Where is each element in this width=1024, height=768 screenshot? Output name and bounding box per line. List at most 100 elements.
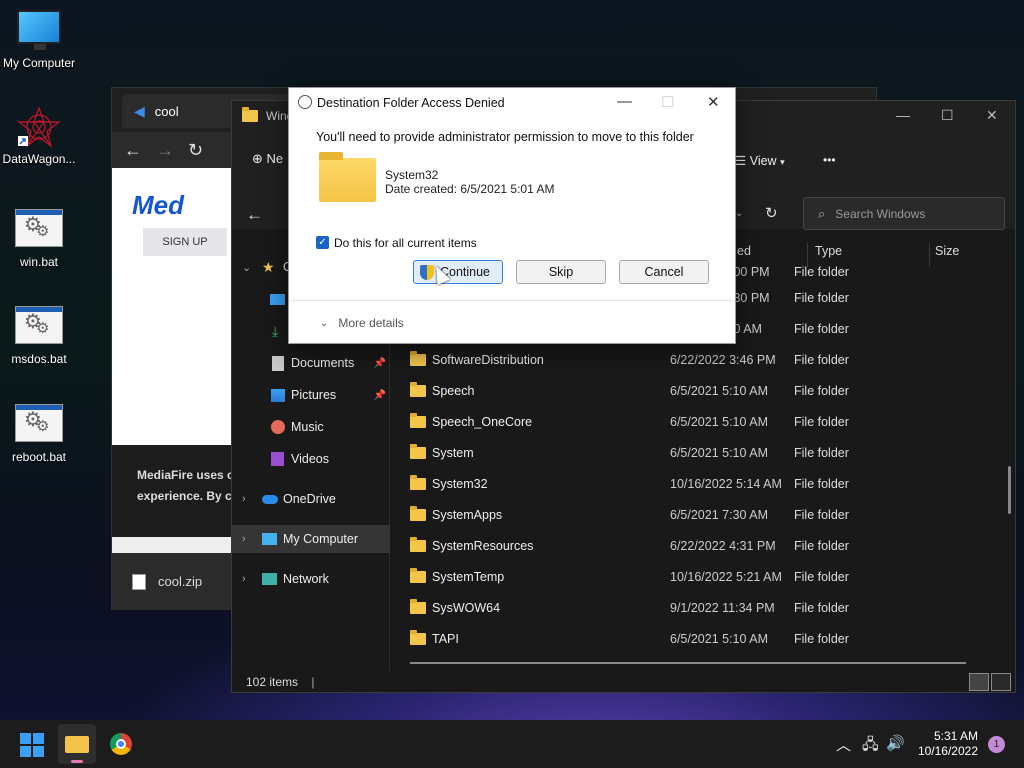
file-name: System xyxy=(432,445,474,460)
taskbar-file-explorer[interactable] xyxy=(58,724,96,764)
pin-icon: 📌 xyxy=(373,389,386,401)
nav-item-music[interactable]: Music xyxy=(232,413,390,441)
desktop-icon-label: My Computer xyxy=(2,56,76,70)
chevron-up-icon[interactable]: ︿ xyxy=(836,734,851,755)
download-item[interactable]: cool.zip xyxy=(112,553,232,610)
nav-item-pictures[interactable]: Pictures 📌 xyxy=(232,381,390,409)
file-name: System32 xyxy=(432,476,488,491)
desktop-icon xyxy=(270,293,285,305)
file-type: File folder xyxy=(794,445,849,460)
close-button[interactable]: ✕ xyxy=(986,107,998,124)
chevron-right-icon: › xyxy=(242,533,246,545)
computer-icon xyxy=(262,533,277,545)
reload-icon[interactable]: ↻ xyxy=(188,140,203,161)
access-denied-dialog: Destination Folder Access Denied — ☐ ✕ Y… xyxy=(288,87,736,344)
details-view-button[interactable] xyxy=(969,673,989,691)
nav-item-documents[interactable]: Documents 📌 xyxy=(232,349,390,377)
notification-badge[interactable]: 1 xyxy=(988,736,1005,753)
nav-item-label: Music xyxy=(291,420,324,434)
file-name: Speech xyxy=(432,383,475,398)
desktop-icon-msdos-bat[interactable]: ⚙ ⚙ msdos.bat xyxy=(0,306,79,366)
file-date: 6/5/2021 5:10 AM xyxy=(670,631,768,646)
back-arrow-icon[interactable]: ← xyxy=(124,140,142,161)
file-date: 9/1/2022 11:34 PM xyxy=(670,600,775,615)
cloud-icon xyxy=(262,494,278,504)
view-button[interactable]: ☰ View ▾ xyxy=(735,153,785,168)
desktop-icon-win-bat[interactable]: ⚙ ⚙ win.bat xyxy=(0,209,79,269)
signup-button[interactable]: SIGN UP xyxy=(143,228,227,256)
taskbar: ︿ 🖧 🔊 5:31 AM 10/16/2022 1 xyxy=(0,720,1024,768)
start-button[interactable] xyxy=(20,733,44,757)
table-row[interactable]: Speech 6/5/2021 5:10 AM File folder xyxy=(410,375,970,406)
minimize-button[interactable]: — xyxy=(617,93,632,110)
desktop-icon-label: win.bat xyxy=(19,255,59,269)
table-row[interactable]: Speech_OneCore 6/5/2021 5:10 AM File fol… xyxy=(410,406,970,437)
file-type: File folder xyxy=(794,264,849,279)
table-row[interactable]: TAPI 6/5/2021 5:10 AM File folder xyxy=(410,623,970,654)
minimize-button[interactable]: — xyxy=(896,107,910,123)
tiles-view-button[interactable] xyxy=(991,673,1011,691)
desktop-icon-my-computer[interactable]: My Computer xyxy=(0,10,79,70)
mediafire-logo: Med xyxy=(132,190,184,220)
desktop-icon-reboot-bat[interactable]: ⚙ ⚙ reboot.bat xyxy=(0,404,79,464)
nav-item-onedrive[interactable]: › OneDrive xyxy=(232,485,390,513)
taskbar-chrome-icon[interactable] xyxy=(110,733,132,755)
folder-icon xyxy=(410,536,426,552)
windows-logo-pane xyxy=(33,733,44,744)
windows-logo-pane xyxy=(33,746,44,757)
file-date: 6/5/2021 5:10 AM xyxy=(670,383,768,398)
back-arrow-icon[interactable]: ← xyxy=(246,205,263,225)
apply-all-label[interactable]: Do this for all current items xyxy=(334,236,477,250)
desktop-icon-datawagon[interactable]: DataWagon... xyxy=(0,106,79,166)
table-row[interactable]: System32 10/16/2022 5:14 AM File folder xyxy=(410,468,970,499)
plus-circle-icon: ⊕ xyxy=(252,151,263,166)
horizontal-scrollbar[interactable] xyxy=(410,662,966,664)
nav-item-my-computer[interactable]: › My Computer xyxy=(232,525,390,553)
skip-button[interactable]: Skip xyxy=(516,260,606,284)
nav-item-network[interactable]: › Network xyxy=(232,565,390,593)
vertical-scrollbar[interactable] xyxy=(1008,466,1011,514)
file-date: 10/16/2022 5:21 AM xyxy=(670,569,782,584)
search-input[interactable]: ⌕ Search Windows xyxy=(803,197,1005,230)
file-name: SystemApps xyxy=(432,507,503,522)
clock[interactable]: 5:31 AM 10/16/2022 xyxy=(918,729,978,759)
search-placeholder: Search Windows xyxy=(835,206,926,221)
table-row[interactable]: SysWOW64 9/1/2022 11:34 PM File folder xyxy=(410,592,970,623)
refresh-icon[interactable]: ↻ xyxy=(765,204,778,222)
close-button[interactable]: ✕ xyxy=(707,93,720,111)
divider xyxy=(289,300,735,301)
continue-button[interactable]: Continue xyxy=(413,260,503,284)
network-icon[interactable]: 🖧 xyxy=(862,734,879,759)
horizontal-scrollbar[interactable] xyxy=(112,537,232,553)
chevron-down-icon: ⌄ xyxy=(242,261,252,274)
pictures-icon xyxy=(271,388,285,402)
table-row[interactable]: SystemApps 6/5/2021 7:30 AM File folder xyxy=(410,499,970,530)
clock-icon xyxy=(298,95,312,109)
cancel-button[interactable]: Cancel xyxy=(619,260,709,284)
maximize-button: ☐ xyxy=(661,94,675,111)
maximize-button[interactable]: ☐ xyxy=(941,107,954,124)
new-button[interactable]: ⊕ Ne xyxy=(252,151,283,167)
more-options-button[interactable]: ••• xyxy=(823,153,836,167)
chevron-down-icon[interactable]: ⌄ xyxy=(735,208,743,219)
active-indicator xyxy=(71,760,83,763)
nav-item-label: My Computer xyxy=(283,532,359,546)
table-row[interactable]: SystemResources 6/22/2022 4:31 PM File f… xyxy=(410,530,970,561)
table-row[interactable]: System 6/5/2021 5:10 AM File folder xyxy=(410,437,970,468)
desktop-icon-label: DataWagon... xyxy=(2,152,76,166)
table-row[interactable]: SystemTemp 10/16/2022 5:21 AM File folde… xyxy=(410,561,970,592)
table-row[interactable]: SoftwareDistribution 6/22/2022 3:46 PM F… xyxy=(410,344,970,375)
cookie-text-line: experience. By c xyxy=(137,489,232,503)
file-date: 6/5/2021 7:30 AM xyxy=(670,507,768,522)
chevron-down-icon: ⌄ xyxy=(320,317,329,329)
new-label: Ne xyxy=(266,151,284,166)
file-type: File folder xyxy=(794,600,849,615)
apply-all-checkbox[interactable]: ✓ xyxy=(316,236,329,249)
forward-arrow-icon[interactable]: → xyxy=(156,140,174,161)
more-details-toggle[interactable]: ⌄ More details xyxy=(320,316,404,330)
cookie-notice: MediaFire uses c experience. By c xyxy=(112,445,232,537)
volume-icon[interactable]: 🔊 xyxy=(886,734,905,752)
file-type: File folder xyxy=(794,321,849,336)
file-type: File folder xyxy=(794,538,849,553)
nav-item-videos[interactable]: Videos xyxy=(232,445,390,473)
